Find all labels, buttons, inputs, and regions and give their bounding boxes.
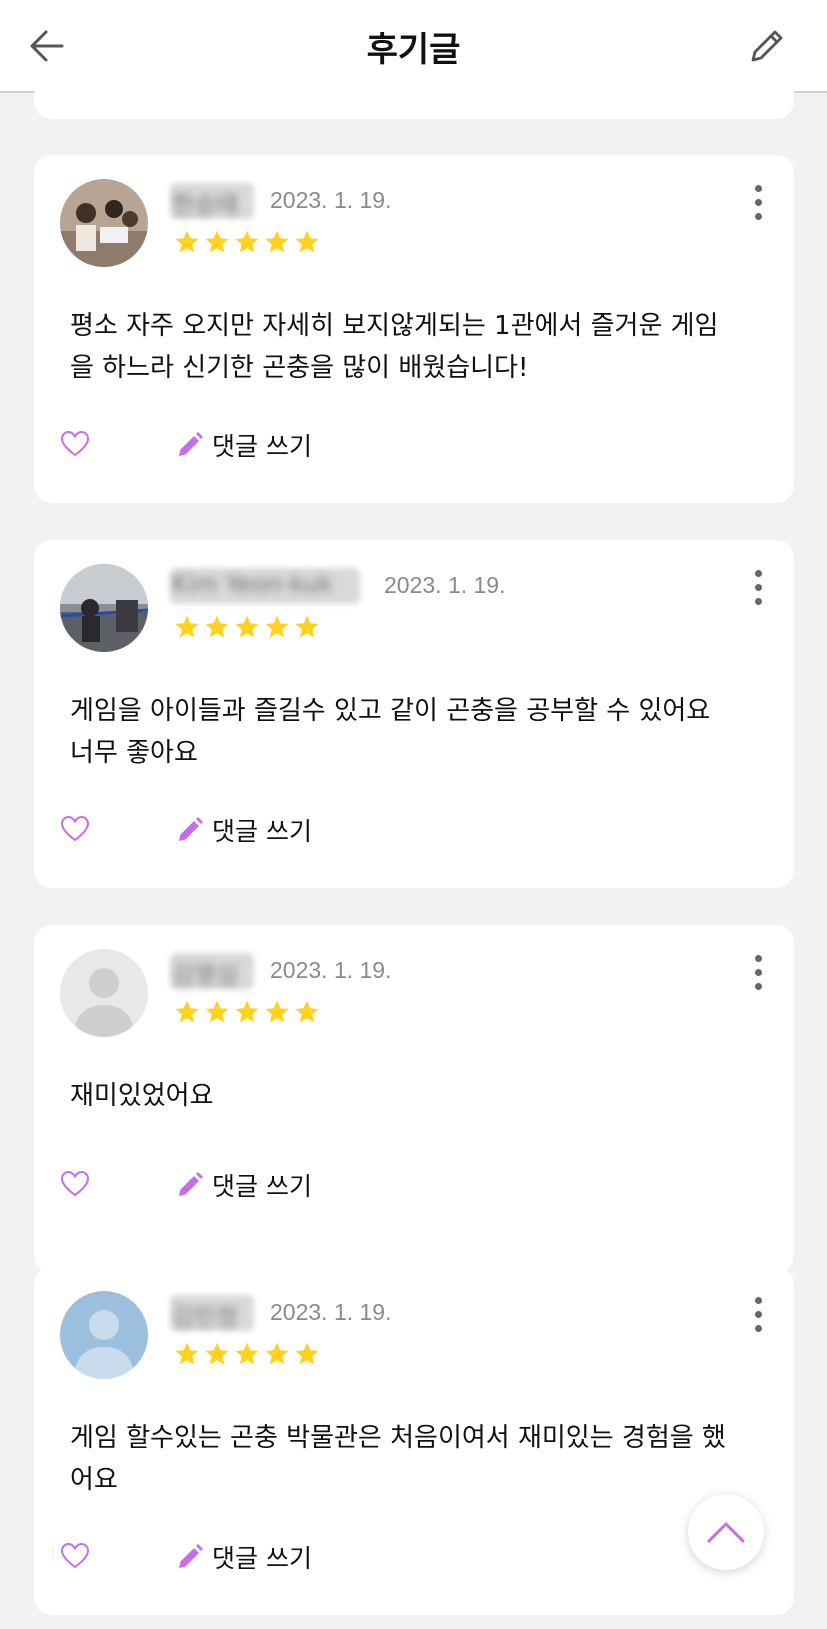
star-icon [295,1342,319,1365]
comment-label: 댓글 쓰기 [212,817,312,846]
write-comment-button[interactable]: 댓글 쓰기 [176,812,312,848]
comment-label: 댓글 쓰기 [212,1544,312,1573]
star-icon [175,1342,199,1365]
review-text: 게임 할수있는 곤충 박물관은 처음이여서 재미있는 경험을 했 어요 [70,1417,758,1501]
star-icon [295,615,319,638]
review-text-line: 재미있었어요 [70,1081,214,1111]
previous-review-card-partial [34,70,794,119]
star-icon [265,230,289,253]
author-name: 김영심 [172,961,239,989]
rating-stars [174,229,320,255]
more-options-icon[interactable] [748,570,768,610]
star-icon [205,230,229,253]
more-options-icon[interactable] [748,185,768,225]
review-text-line: 평소 자주 오지만 자세히 보지않게되는 1관에서 즐거운 게임 [70,311,719,341]
pencil-icon [179,1172,203,1196]
pencil-icon [179,1544,203,1568]
review-text-line: 을 하느라 신기한 곤충을 많이 배웠습니다! [70,353,529,383]
author-name: 한승태 [172,191,239,219]
write-comment-button[interactable]: 댓글 쓰기 [176,427,312,463]
avatar [60,179,148,267]
author-name: 김민정 [172,1303,239,1331]
heart-icon[interactable] [60,814,90,844]
review-text: 재미있었어요 [70,1075,758,1117]
avatar [60,564,148,652]
review-card: 김민정 2023. 1. 19. 게임 할수있는 곤충 박물관은 처음이여서 재… [34,1267,794,1615]
star-icon [265,1000,289,1023]
write-comment-button[interactable]: 댓글 쓰기 [176,1167,312,1203]
star-icon [205,615,229,638]
avatar [60,949,148,1037]
rating-stars [174,999,320,1025]
review-text-line: 게임을 아이들과 즐길수 있고 같이 곤충을 공부할 수 있어요 [70,696,711,726]
review-date: 2023. 1. 19. [270,957,392,983]
star-icon [265,1342,289,1365]
write-comment-button[interactable]: 댓글 쓰기 [176,1539,312,1575]
star-icon [295,230,319,253]
pencil-icon [179,817,203,841]
more-options-icon[interactable] [748,1297,768,1337]
pencil-icon [179,432,203,456]
author-name: Kim Yeon-kuk [172,570,333,598]
review-text-line: 어요 [70,1465,118,1495]
page-title: 후기글 [366,30,461,70]
comment-label: 댓글 쓰기 [212,432,312,461]
star-icon [175,615,199,638]
more-options-icon[interactable] [748,955,768,995]
chevron-up-icon [707,1522,745,1543]
heart-icon[interactable] [60,429,90,459]
rating-stars [174,1341,320,1367]
pencil-icon[interactable] [745,24,789,68]
star-icon [235,1342,259,1365]
heart-icon[interactable] [60,1541,90,1571]
star-icon [235,1000,259,1023]
star-icon [265,615,289,638]
scroll-to-top-button[interactable] [688,1494,764,1570]
star-icon [175,1000,199,1023]
star-icon [205,1000,229,1023]
rating-stars [174,614,320,640]
review-date: 2023. 1. 19. [270,187,392,213]
review-date: 2023. 1. 19. [270,1299,392,1325]
star-icon [235,615,259,638]
review-text-line: 게임 할수있는 곤충 박물관은 처음이여서 재미있는 경험을 했 [70,1423,726,1453]
review-card: 한승태 2023. 1. 19. 평소 자주 오지만 자세히 보지않게되는 1관… [34,155,794,503]
review-text: 평소 자주 오지만 자세히 보지않게되는 1관에서 즐거운 게임 을 하느라 신… [70,305,758,389]
review-text: 게임을 아이들과 즐길수 있고 같이 곤충을 공부할 수 있어요 너무 좋아요 [70,690,758,774]
avatar [60,1291,148,1379]
star-icon [295,1000,319,1023]
star-icon [205,1342,229,1365]
star-icon [235,230,259,253]
review-text-line: 너무 좋아요 [70,738,198,768]
heart-icon[interactable] [60,1169,90,1199]
comment-label: 댓글 쓰기 [212,1172,312,1201]
star-icon [175,230,199,253]
review-card: Kim Yeon-kuk 2023. 1. 19. 게임을 아이들과 즐길수 있… [34,540,794,888]
review-date: 2023. 1. 19. [384,572,506,598]
review-card: 김영심 2023. 1. 19. 재미있었어요 댓글 쓰기 [34,925,794,1273]
